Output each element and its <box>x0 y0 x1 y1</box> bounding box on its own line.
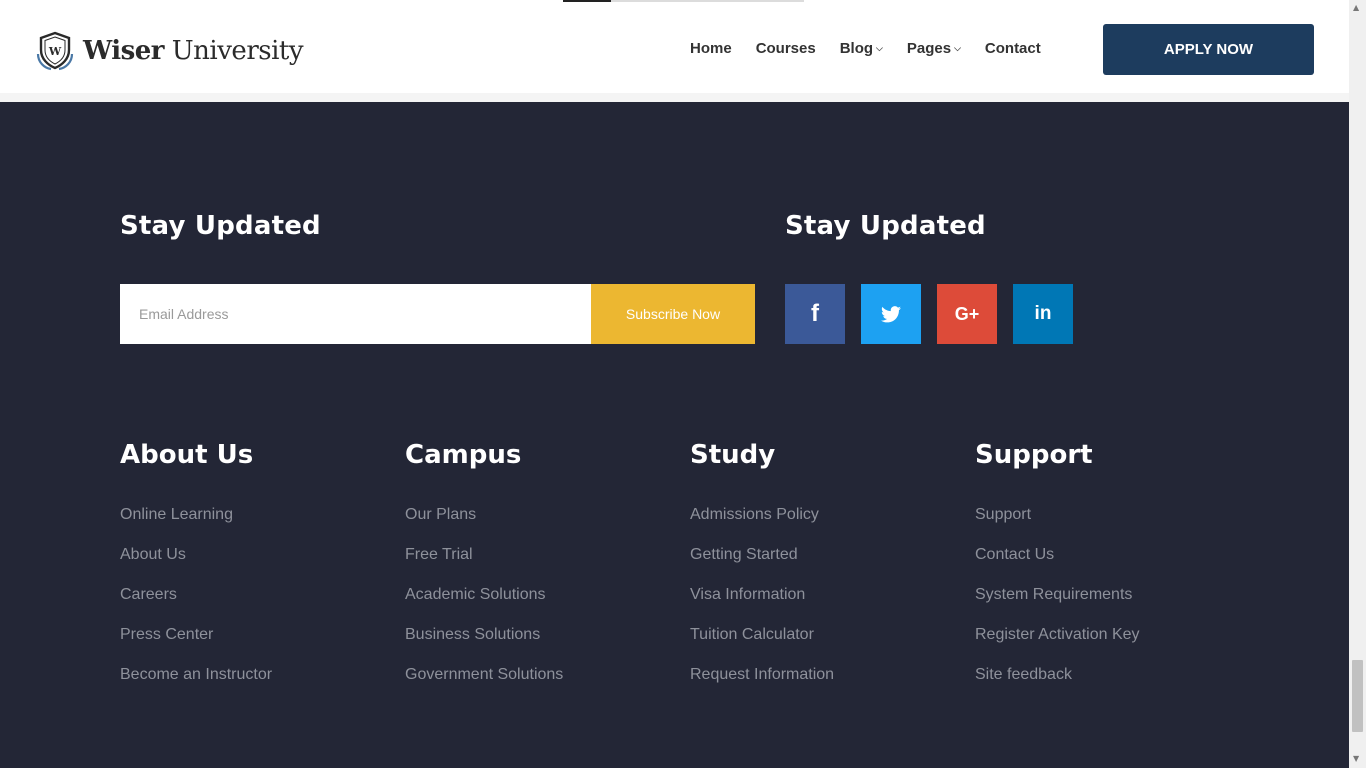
nav-courses[interactable]: Courses <box>756 40 816 57</box>
main-nav: Home Courses Blog ⌵ Pages ⌵ Contact <box>690 40 1065 57</box>
nav-pages[interactable]: Pages ⌵ <box>907 40 961 57</box>
footer-col-support: Support Contact Us System Requirements R… <box>975 505 1140 705</box>
header-shadow-strip <box>0 93 1349 102</box>
linkedin-icon: in <box>1034 303 1052 324</box>
header-top-line <box>611 0 804 2</box>
footer-link[interactable]: Free Trial <box>405 545 563 585</box>
footer-col-title-about: About Us <box>120 440 254 470</box>
nav-contact[interactable]: Contact <box>985 40 1041 57</box>
logo-wordmark: Wiser University <box>83 36 304 66</box>
footer-col-title-campus: Campus <box>405 440 522 470</box>
footer-link[interactable]: Business Solutions <box>405 625 563 665</box>
shield-logo-icon: W <box>36 31 74 71</box>
footer-link[interactable]: Contact Us <box>975 545 1140 585</box>
header-top-indicator <box>563 0 611 2</box>
footer-link[interactable]: Visa Information <box>690 585 834 625</box>
footer-link[interactable]: Press Center <box>120 625 272 665</box>
scrollbar-thumb[interactable] <box>1352 660 1363 732</box>
linkedin-button[interactable]: in <box>1013 284 1073 344</box>
footer-link[interactable]: About Us <box>120 545 272 585</box>
subscribe-button[interactable]: Subscribe Now <box>591 284 755 344</box>
scroll-down-arrow-icon[interactable]: ▼ <box>1353 754 1359 763</box>
facebook-button[interactable]: f <box>785 284 845 344</box>
footer-link[interactable]: System Requirements <box>975 585 1140 625</box>
chevron-down-icon: ⌵ <box>876 43 883 53</box>
apply-now-button[interactable]: APPLY NOW <box>1103 24 1314 75</box>
nav-home[interactable]: Home <box>690 40 732 57</box>
footer-col-campus: Our Plans Free Trial Academic Solutions … <box>405 505 563 705</box>
nav-contact-label: Contact <box>984 40 1041 57</box>
footer-link[interactable]: Getting Started <box>690 545 834 585</box>
google-plus-button[interactable]: G+ <box>937 284 997 344</box>
nav-blog-label: Blog <box>839 40 874 57</box>
logo-wordmark-bold: Wiser <box>83 36 165 66</box>
chevron-down-icon: ⌵ <box>954 43 961 53</box>
footer-link[interactable]: Site feedback <box>975 665 1140 705</box>
facebook-icon: f <box>811 300 819 327</box>
site-logo[interactable]: W Wiser University <box>34 30 304 72</box>
footer-link[interactable]: Admissions Policy <box>690 505 834 545</box>
scroll-up-arrow-icon[interactable]: ▲ <box>1353 3 1359 12</box>
footer-link[interactable]: Online Learning <box>120 505 272 545</box>
logo-wordmark-regular: University <box>171 36 304 66</box>
footer-link[interactable]: Become an Instructor <box>120 665 272 705</box>
footer-link[interactable]: Careers <box>120 585 272 625</box>
twitter-icon <box>881 305 901 322</box>
nav-blog[interactable]: Blog ⌵ <box>840 40 883 57</box>
logo-emblem-letter: W <box>48 45 62 58</box>
nav-pages-label: Pages <box>906 40 952 57</box>
page-scrollbar[interactable]: ▲ ▼ <box>1349 0 1366 768</box>
site-header: W Wiser University Home Courses Blog ⌵ Pa… <box>0 0 1349 93</box>
footer-link[interactable]: Support <box>975 505 1140 545</box>
footer-link[interactable]: Register Activation Key <box>975 625 1140 665</box>
footer-link[interactable]: Tuition Calculator <box>690 625 834 665</box>
newsletter-title: Stay Updated <box>120 211 321 241</box>
twitter-button[interactable] <box>861 284 921 344</box>
social-title: Stay Updated <box>785 211 986 241</box>
footer-link[interactable]: Academic Solutions <box>405 585 563 625</box>
footer-link[interactable]: Our Plans <box>405 505 563 545</box>
footer-col-title-study: Study <box>690 440 776 470</box>
nav-home-label: Home <box>690 40 732 57</box>
footer-col-title-support: Support <box>975 440 1093 470</box>
nav-courses-label: Courses <box>755 40 816 57</box>
footer-link[interactable]: Government Solutions <box>405 665 563 705</box>
footer-col-about: Online Learning About Us Careers Press C… <box>120 505 272 705</box>
footer-col-study: Admissions Policy Getting Started Visa I… <box>690 505 834 705</box>
google-plus-icon: G+ <box>954 303 980 324</box>
email-input[interactable] <box>120 284 591 344</box>
footer-link[interactable]: Request Information <box>690 665 834 705</box>
